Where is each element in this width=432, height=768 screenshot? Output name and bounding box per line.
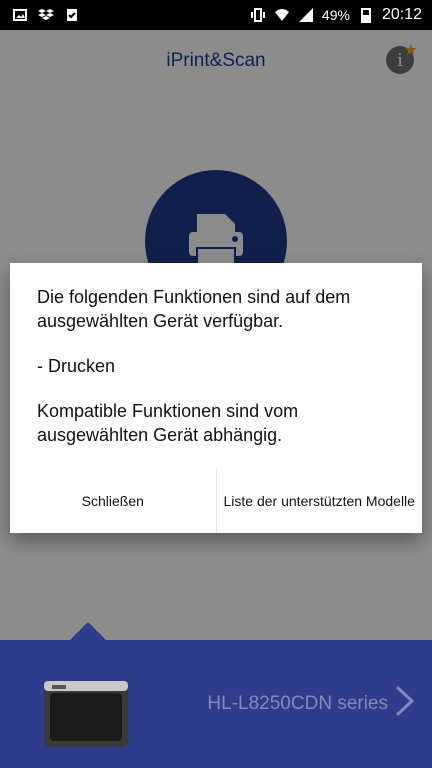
dialog-message: Die folgenden Funktionen sind auf dem au… (37, 285, 397, 468)
selected-device-bar[interactable]: HL-L8250CDN series (0, 622, 432, 768)
supported-models-button[interactable]: Liste der unterstützten Modelle (217, 469, 423, 533)
device-bar-notch (70, 622, 106, 640)
vibrate-icon (250, 8, 265, 22)
signal-icon (298, 8, 313, 22)
status-bar: 49% 20:12 (0, 0, 432, 30)
dialog-actions: Schließen Liste der unterstützten Modell… (10, 469, 422, 533)
dialog-line-3: Kompatible Funktionen sind vom ausgewähl… (37, 401, 299, 445)
wifi-icon (274, 9, 289, 21)
dropbox-icon (38, 9, 54, 20)
status-bar-right: 49% 20:12 (250, 6, 432, 24)
clock-time: 20:12 (381, 6, 422, 23)
status-bar-left (0, 7, 80, 23)
battery-icon (360, 8, 371, 23)
clipboard-check-icon (67, 9, 77, 21)
printer-image (44, 681, 128, 747)
dialog-line-1: Die folgenden Funktionen sind auf dem au… (37, 287, 351, 331)
device-name: HL-L8250CDN series (207, 693, 388, 714)
close-button[interactable]: Schließen (10, 469, 216, 533)
gallery-icon (13, 9, 27, 21)
compatibility-dialog: Die folgenden Funktionen sind auf dem au… (10, 263, 422, 533)
chevron-right-icon[interactable] (392, 684, 418, 718)
dialog-line-2: - Drucken (37, 356, 116, 376)
battery-percent: 49% (321, 7, 350, 23)
